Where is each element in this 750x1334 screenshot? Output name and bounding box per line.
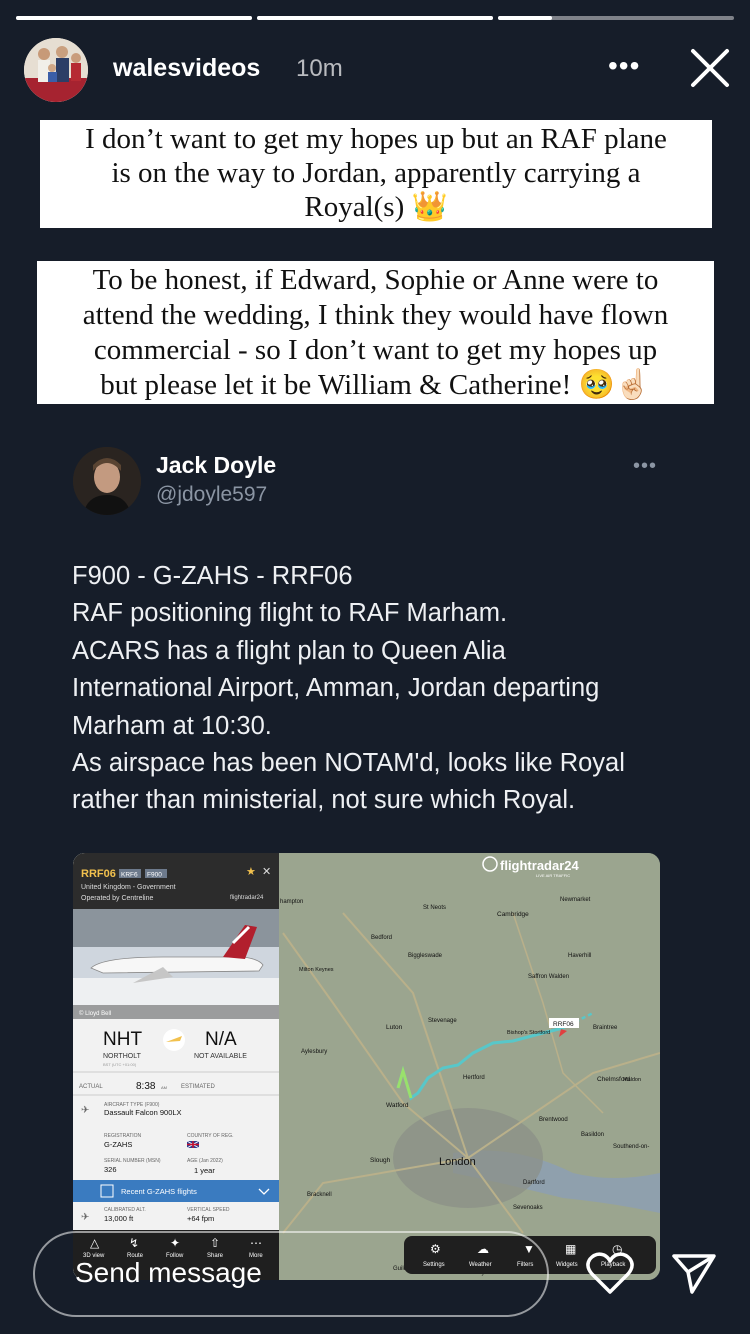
flightradar-logo-sub: LIVE AIR TRAFFIC xyxy=(536,873,570,878)
username[interactable]: walesvideos xyxy=(113,54,260,83)
svg-text:Basildon: Basildon xyxy=(581,1132,604,1138)
like-heart-icon[interactable] xyxy=(585,1250,635,1296)
story-progress-1 xyxy=(16,16,252,20)
caption-line: Royal(s) 👑 xyxy=(304,191,448,223)
svg-text:Newmarket: Newmarket xyxy=(560,897,591,903)
svg-text:Cambridge: Cambridge xyxy=(497,911,529,918)
tweet-author-name: Jack Doyle xyxy=(156,452,277,478)
widgets-icon: ▦ xyxy=(565,1242,576,1256)
svg-text:Watford: Watford xyxy=(386,1102,409,1109)
send-message-input[interactable]: Send message xyxy=(33,1231,549,1317)
svg-text:AM: AM xyxy=(161,1085,167,1090)
svg-text:BST (UTC +01:00): BST (UTC +01:00) xyxy=(103,1062,137,1067)
svg-text:Bracknell: Bracknell xyxy=(307,1192,332,1198)
tweet-line: rather than ministerial, not sure which … xyxy=(72,786,576,815)
svg-text:Braintree: Braintree xyxy=(593,1025,618,1031)
tweet-line: As airspace has been NOTAM'd, looks like… xyxy=(72,749,625,778)
svg-text:326: 326 xyxy=(104,1165,117,1174)
callsign: RRF06 xyxy=(81,868,116,880)
svg-text:COUNTRY OF REG.: COUNTRY OF REG. xyxy=(187,1133,234,1139)
svg-text:F900: F900 xyxy=(147,872,162,879)
svg-text:Bedford: Bedford xyxy=(371,935,392,941)
post-time: 10m xyxy=(296,55,343,82)
svg-text:✈: ✈ xyxy=(81,1212,89,1223)
close-icon[interactable] xyxy=(688,46,732,90)
caption-line: To be honest, if Edward, Sophie or Anne … xyxy=(92,264,659,296)
tweet-line: Marham at 10:30. xyxy=(72,711,272,740)
svg-text:United Kingdom - Government: United Kingdom - Government xyxy=(81,884,176,891)
panel-close-icon: ✕ xyxy=(262,866,271,878)
svg-text:1 year: 1 year xyxy=(194,1166,215,1175)
svg-text:8:38: 8:38 xyxy=(136,1081,156,1092)
tweet-line: ACARS has a flight plan to Queen Alia xyxy=(72,636,506,665)
svg-text:Slough: Slough xyxy=(370,1157,391,1164)
svg-text:Bishop's Stortford: Bishop's Stortford xyxy=(507,1030,550,1036)
origin-code: NHT xyxy=(103,1029,142,1050)
svg-text:SERIAL NUMBER (MSN): SERIAL NUMBER (MSN) xyxy=(104,1158,161,1164)
svg-text:Southend-on-: Southend-on- xyxy=(613,1144,649,1150)
tweet-body: F900 - G-ZAHS - RRF06 RAF positioning fl… xyxy=(72,558,692,820)
send-message-placeholder: Send message xyxy=(75,1257,262,1288)
caption-line: is on the way to Jordan, apparently carr… xyxy=(111,157,641,189)
svg-text:Saffron Walden: Saffron Walden xyxy=(528,974,569,980)
svg-text:VERTICAL SPEED: VERTICAL SPEED xyxy=(187,1207,230,1213)
svg-text:Stevenage: Stevenage xyxy=(428,1018,457,1024)
svg-text:hampton: hampton xyxy=(280,899,303,905)
tweet-line: F900 - G-ZAHS - RRF06 xyxy=(72,562,353,590)
svg-text:Dartford: Dartford xyxy=(523,1180,545,1186)
svg-text:Sevenoaks: Sevenoaks xyxy=(513,1205,543,1211)
svg-text:Biggleswade: Biggleswade xyxy=(408,953,443,959)
story-progress-3 xyxy=(498,16,734,20)
story-progress-2 xyxy=(257,16,493,20)
svg-text:Milton Keynes: Milton Keynes xyxy=(299,967,334,973)
plane-tag: RRF06 xyxy=(553,1021,574,1028)
map-label-london: London xyxy=(439,1156,476,1168)
svg-text:Aylesbury: Aylesbury xyxy=(301,1049,327,1055)
flightradar-logo: flightradar24 xyxy=(500,858,580,873)
destination-code: N/A xyxy=(205,1029,237,1050)
svg-text:Operated by Centreline: Operated by Centreline xyxy=(81,895,153,902)
svg-text:Haverhill: Haverhill xyxy=(568,953,591,959)
svg-text:13,000 ft: 13,000 ft xyxy=(104,1214,134,1223)
flightradar-screenshot: RRF06 flightradar24 LIVE AIR TRAFFIC Lon… xyxy=(73,853,660,1280)
svg-text:CALIBRATED ALT.: CALIBRATED ALT. xyxy=(104,1207,146,1213)
favorite-icon: ★ xyxy=(246,866,256,878)
svg-text:© Lloyd Bell: © Lloyd Bell xyxy=(79,1010,111,1017)
tweet-line: International Airport, Amman, Jordan dep… xyxy=(72,674,600,703)
tweet-author-avatar xyxy=(73,447,141,515)
more-options-icon[interactable]: ••• xyxy=(608,50,640,82)
svg-text:Luton: Luton xyxy=(386,1024,403,1031)
svg-text:flightradar24: flightradar24 xyxy=(230,895,264,901)
svg-text:Brentwood: Brentwood xyxy=(539,1117,568,1123)
svg-text:AGE (Jan 2022): AGE (Jan 2022) xyxy=(187,1158,223,1164)
svg-text:KRF6: KRF6 xyxy=(121,872,138,879)
svg-text:G-ZAHS: G-ZAHS xyxy=(104,1140,132,1149)
svg-text:St Neots: St Neots xyxy=(423,905,446,911)
caption-line: I don’t want to get my hopes up but an R… xyxy=(85,123,667,155)
flight-info-panel: RRF06 KRF6 F900 ★ ✕ United Kingdom - Gov… xyxy=(73,853,279,1280)
svg-text:Recent G-ZAHS flights: Recent G-ZAHS flights xyxy=(121,1187,197,1196)
svg-text:Maldon: Maldon xyxy=(623,1077,641,1083)
caption-box-1: I don’t want to get my hopes up but an R… xyxy=(40,120,712,228)
svg-text:ACTUAL: ACTUAL xyxy=(79,1084,103,1090)
tweet-more-icon: ••• xyxy=(633,455,658,477)
svg-text:Hertford: Hertford xyxy=(463,1075,485,1081)
aircraft-icon: ✈ xyxy=(81,1105,89,1116)
svg-text:NOT AVAILABLE: NOT AVAILABLE xyxy=(194,1053,247,1060)
send-direct-icon[interactable] xyxy=(670,1250,718,1296)
svg-text:ESTIMATED: ESTIMATED xyxy=(181,1084,216,1090)
svg-text:+64 fpm: +64 fpm xyxy=(187,1214,214,1223)
svg-text:Widgets: Widgets xyxy=(556,1262,578,1268)
caption-box-2: To be honest, if Edward, Sophie or Anne … xyxy=(37,261,714,404)
caption-line: but please let it be William & Catherine… xyxy=(100,369,651,401)
caption-line: commercial - so I don’t want to get my h… xyxy=(93,334,658,366)
profile-avatar[interactable] xyxy=(24,38,88,102)
svg-text:Dassault Falcon 900LX: Dassault Falcon 900LX xyxy=(104,1108,182,1117)
svg-text:NORTHOLT: NORTHOLT xyxy=(103,1053,142,1060)
svg-text:REGISTRATION: REGISTRATION xyxy=(104,1133,142,1139)
caption-line: attend the wedding, I think they would h… xyxy=(82,299,669,331)
tweet-line: RAF positioning flight to RAF Marham. xyxy=(72,599,508,628)
tweet-author-handle: @jdoyle597 xyxy=(156,483,268,506)
